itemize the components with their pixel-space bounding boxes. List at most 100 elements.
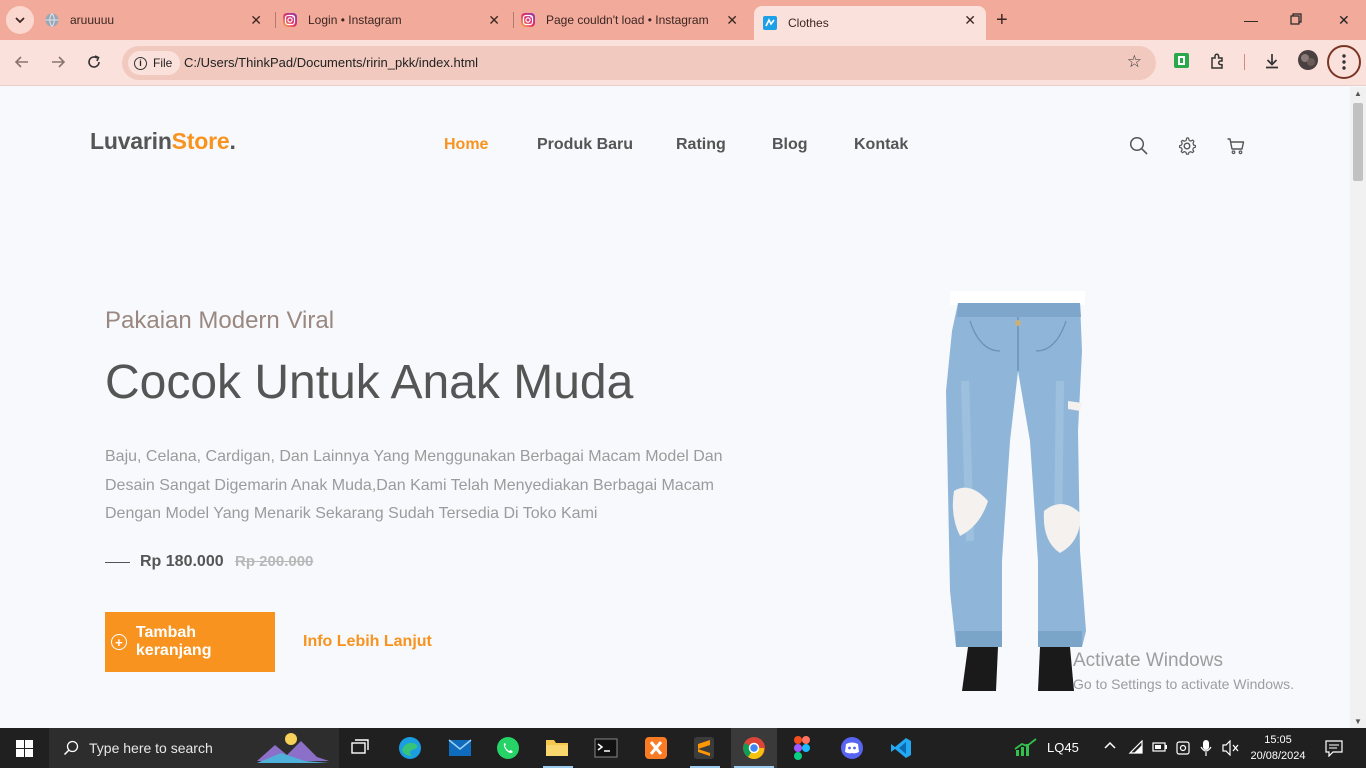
wifi-icon[interactable]: [1128, 739, 1144, 759]
vscode-icon[interactable]: [889, 736, 913, 760]
tab-4[interactable]: Clothes ✕: [754, 6, 986, 40]
instagram-icon: [521, 13, 535, 27]
scroll-down-icon[interactable]: ▼: [1354, 717, 1362, 726]
activate-windows-watermark: Activate Windows Go to Settings to activ…: [1073, 650, 1294, 692]
taskbar-search-placeholder: Type here to search: [89, 740, 213, 756]
terminal-icon[interactable]: [594, 736, 618, 760]
camera-icon[interactable]: [1176, 740, 1190, 759]
close-icon[interactable]: ✕: [726, 12, 738, 28]
stock-chart-icon: [1014, 738, 1037, 756]
notification-icon[interactable]: [1325, 739, 1343, 760]
url-text[interactable]: C:/Users/ThinkPad/Documents/ririn_pkk/in…: [184, 55, 478, 70]
nav-rating[interactable]: Rating: [676, 136, 726, 154]
chevron-down-icon: [15, 17, 25, 24]
tab-3[interactable]: Page couldn't load • Instagram ✕: [520, 6, 748, 34]
nav-produk-baru[interactable]: Produk Baru: [537, 136, 633, 154]
task-view-icon[interactable]: [348, 736, 372, 760]
omnibox[interactable]: i File C:/Users/ThinkPad/Documents/ririn…: [122, 46, 1156, 80]
info-icon: i: [134, 56, 147, 70]
close-icon[interactable]: ✕: [250, 12, 262, 28]
tab-4-label: Clothes: [788, 16, 829, 30]
edge-icon[interactable]: [398, 736, 422, 760]
nav-home[interactable]: Home: [444, 136, 488, 154]
logo-part-1: Luvarin: [90, 128, 172, 154]
file-explorer-icon[interactable]: [545, 736, 569, 760]
forward-button[interactable]: [50, 54, 66, 75]
add-to-cart-label: Tambah keranjang: [135, 624, 212, 659]
clock-time: 15:05: [1264, 734, 1292, 746]
tab-1-label: aruuuuu: [70, 13, 115, 27]
close-icon[interactable]: ✕: [964, 12, 976, 28]
stock-label[interactable]: LQ45: [1047, 740, 1079, 755]
minimize-button[interactable]: —: [1244, 10, 1258, 30]
restore-icon: [1290, 13, 1302, 25]
close-window-button[interactable]: ✕: [1338, 10, 1350, 30]
address-bar: i File C:/Users/ThinkPad/Documents/ririn…: [0, 40, 1366, 86]
download-icon[interactable]: [1263, 52, 1281, 75]
jeans-product-image: [946, 291, 1086, 691]
logo-part-2: Store: [171, 128, 230, 154]
nav-blog[interactable]: Blog: [772, 136, 808, 154]
arrow-left-icon: [14, 56, 28, 68]
scroll-up-icon[interactable]: ▲: [1354, 89, 1362, 98]
battery-icon[interactable]: [1152, 741, 1168, 756]
mountain-illustration-icon: [256, 733, 329, 763]
new-tab-button[interactable]: +: [996, 10, 1008, 30]
windows-taskbar: Type here to search LQ45 15:05 20/08/202…: [0, 728, 1366, 768]
toolbar-separator: [1244, 54, 1245, 70]
speaker-muted-icon[interactable]: [1222, 739, 1240, 759]
reload-button[interactable]: [86, 54, 102, 75]
clock-date: 20/08/2024: [1250, 750, 1306, 762]
sublime-text-icon[interactable]: [692, 736, 716, 760]
microphone-icon[interactable]: [1200, 739, 1212, 760]
tab-1[interactable]: aruuuuu ✕: [44, 6, 272, 34]
taskbar-clock[interactable]: 15:05 20/08/2024: [1248, 732, 1308, 764]
browser-menu-button[interactable]: [1327, 45, 1361, 79]
tab-3-label: Page couldn't load • Instagram: [546, 13, 709, 27]
site-logo[interactable]: LuvarinStore.: [90, 128, 236, 155]
hero-headline: Cocok Untuk Anak Muda: [105, 356, 634, 409]
figma-icon[interactable]: [790, 736, 814, 760]
chevron-up-icon[interactable]: [1103, 738, 1117, 755]
hero-description: Baju, Celana, Cardigan, Dan Lainnya Yang…: [105, 448, 723, 522]
gear-icon[interactable]: [1177, 136, 1197, 156]
nav-kontak[interactable]: Kontak: [854, 136, 908, 154]
whatsapp-icon[interactable]: [496, 736, 520, 760]
profile-avatar[interactable]: [1298, 50, 1318, 75]
search-icon: [63, 740, 79, 756]
old-price: Rp 200.000: [235, 553, 314, 570]
extensions-puzzle-icon[interactable]: [1209, 52, 1227, 75]
site-favicon-icon: [763, 16, 777, 30]
extension-green-icon[interactable]: [1173, 52, 1190, 74]
logo-part-3: .: [229, 128, 236, 154]
price-divider: [105, 562, 130, 563]
page-scrollbar[interactable]: ▲ ▼: [1350, 87, 1366, 728]
tab-bar: aruuuuu ✕ Login • Instagram ✕ Page could…: [0, 0, 1366, 40]
close-icon[interactable]: ✕: [488, 12, 500, 28]
instagram-icon: [283, 13, 297, 27]
xampp-icon[interactable]: [644, 736, 668, 760]
tab-2[interactable]: Login • Instagram ✕: [282, 6, 510, 34]
arrow-right-icon: [52, 56, 66, 68]
tab-2-label: Login • Instagram: [308, 13, 402, 27]
restore-button[interactable]: [1290, 10, 1302, 30]
cart-icon[interactable]: [1226, 136, 1246, 156]
plus-circle-icon: +: [111, 634, 127, 650]
chrome-icon[interactable]: [742, 736, 766, 760]
watermark-line-1: Activate Windows: [1073, 650, 1223, 671]
kebab-menu-icon: [1342, 54, 1346, 70]
more-info-link[interactable]: Info Lebih Lanjut: [303, 633, 432, 651]
back-button[interactable]: [14, 54, 30, 75]
tab-separator: [513, 12, 514, 28]
taskbar-search[interactable]: Type here to search: [49, 728, 339, 768]
mail-icon[interactable]: [448, 736, 472, 760]
bookmark-star-icon[interactable]: ☆: [1127, 52, 1142, 72]
tab-search-button[interactable]: [6, 6, 34, 34]
site-info-chip[interactable]: i File: [128, 51, 181, 75]
add-to-cart-button[interactable]: + Tambah keranjang: [105, 612, 275, 672]
scrollbar-thumb[interactable]: [1353, 103, 1363, 181]
discord-icon[interactable]: [840, 736, 864, 760]
windows-start-icon[interactable]: [16, 740, 33, 757]
reload-icon: [88, 55, 100, 68]
search-icon[interactable]: [1129, 136, 1149, 156]
